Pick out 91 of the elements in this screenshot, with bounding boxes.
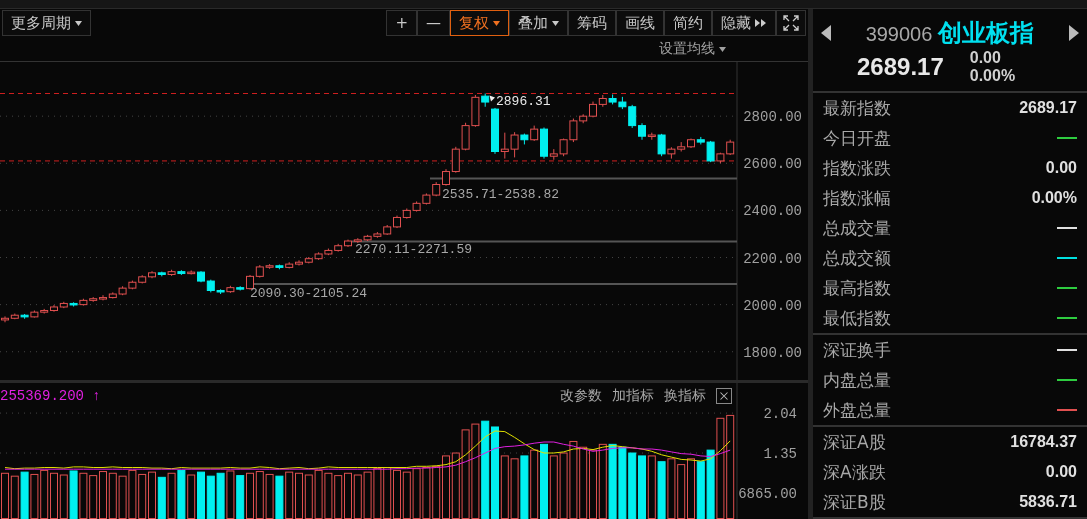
- indicator-button[interactable]: 改参数: [560, 387, 602, 405]
- volume-bar: [275, 475, 284, 519]
- price-annotation: 2535.71-2538.82: [442, 187, 560, 202]
- candle: [334, 243, 343, 253]
- toolbar-button[interactable]: 复权: [450, 10, 509, 37]
- quote-label: 最低指数: [823, 306, 891, 330]
- quote-label: 指数涨跌: [823, 156, 891, 180]
- quote-label: 最高指数: [823, 276, 891, 300]
- candle: [461, 122, 470, 151]
- quote-label: 总成交额: [823, 246, 891, 270]
- quote-value: 0.00%: [1031, 189, 1077, 207]
- candle: [402, 208, 411, 220]
- quote-value: 5836.71: [1019, 493, 1077, 511]
- axis-label: 2200.00: [743, 250, 802, 267]
- quote-label: 深A涨跌: [823, 460, 886, 484]
- price-annotation: 2090.30-2105.24: [250, 286, 368, 301]
- quote-label: 内盘总量: [823, 368, 891, 392]
- axis-label: 6865.00: [738, 486, 797, 502]
- quote-label: 总成交量: [823, 216, 891, 240]
- axis-label: 2400.00: [743, 203, 802, 220]
- price-annotation: 2270.11-2271.59: [355, 242, 473, 257]
- quote-label: 最新指数: [823, 96, 891, 120]
- volume-bar: [520, 455, 529, 519]
- volume-value: 255369.200: [0, 388, 84, 404]
- volume-bar: [157, 476, 166, 519]
- candle: [138, 274, 147, 284]
- axis-label: 2800.00: [743, 109, 802, 126]
- quote-label: 深证B股: [823, 490, 886, 514]
- candle: [128, 280, 137, 290]
- quote-label: 指数涨幅: [823, 186, 891, 210]
- quote-label: 深证换手: [823, 338, 891, 362]
- candle: [412, 200, 421, 213]
- price-annotation: 2896.31: [496, 94, 551, 109]
- quote-label: 深证A股: [823, 430, 886, 454]
- quote-value: 16784.37: [1010, 433, 1077, 451]
- close-icon[interactable]: [716, 388, 732, 404]
- price-change: 0.00: [969, 49, 1002, 67]
- candle: [422, 192, 431, 205]
- caret-icon: [493, 20, 500, 26]
- candle: [432, 181, 441, 197]
- indicator-button[interactable]: 换指标: [664, 387, 706, 405]
- candle: [598, 94, 607, 108]
- percent-change: 0.00%: [969, 67, 1016, 85]
- toolbar-button[interactable]: 叠加: [509, 10, 568, 37]
- candle: [726, 139, 735, 156]
- candle: [677, 141, 686, 152]
- volume-bar: [69, 470, 78, 519]
- quote-label: 今日开盘: [823, 126, 891, 150]
- security-name: 创业板指: [938, 19, 1035, 47]
- axis-label: 2000.00: [743, 297, 802, 314]
- quote-value: 0.00: [1045, 463, 1077, 481]
- quote-label: 外盘总量: [823, 398, 891, 422]
- volume-bar: [628, 452, 637, 519]
- trend-arrow: ↑: [92, 388, 101, 404]
- candle: [30, 310, 39, 319]
- index-price: 2689.17: [857, 53, 944, 81]
- toolbar-button[interactable]: —: [417, 10, 450, 37]
- volume-bar: [236, 475, 245, 519]
- caret-icon: [719, 46, 726, 52]
- next-icon[interactable]: [1069, 25, 1079, 41]
- toolbar-button[interactable]: 隐藏: [712, 10, 776, 37]
- caret-icon: [552, 20, 559, 26]
- axis-label: 2600.00: [743, 156, 802, 173]
- volume-bar: [696, 461, 705, 519]
- candle: [608, 94, 617, 105]
- security-code: 399006: [865, 23, 933, 45]
- caret-icon: [75, 20, 82, 26]
- candle: [118, 285, 127, 296]
- volume-bar: [177, 469, 186, 519]
- candle: [314, 251, 323, 261]
- fullscreen-icon: [783, 15, 799, 32]
- fullscreen-button[interactable]: [776, 10, 806, 37]
- ma-setting-dropdown[interactable]: 设置均线: [659, 40, 715, 59]
- double-arrow-icon: [755, 19, 767, 28]
- toolbar-button[interactable]: 简约: [664, 10, 712, 37]
- arrow-icon: [489, 95, 495, 102]
- axis-label: 2.04: [763, 406, 797, 423]
- quote-value: 0.00: [1045, 159, 1077, 177]
- period-dropdown[interactable]: 更多周期: [2, 10, 91, 37]
- volume-bar: [216, 472, 225, 519]
- volume-bar: [657, 461, 666, 519]
- toolbar-button[interactable]: 画线: [616, 10, 664, 37]
- toolbar-button[interactable]: 筹码: [568, 10, 616, 37]
- volume-bar: [20, 471, 29, 519]
- volume-bar: [206, 475, 215, 519]
- quote-value: 2689.17: [1019, 99, 1077, 117]
- axis-label: 1800.00: [743, 344, 802, 361]
- toolbar-button[interactable]: +: [386, 10, 417, 37]
- axis-label: 1.35: [763, 446, 797, 463]
- previous-icon[interactable]: [821, 25, 831, 41]
- indicator-button[interactable]: 加指标: [612, 387, 654, 405]
